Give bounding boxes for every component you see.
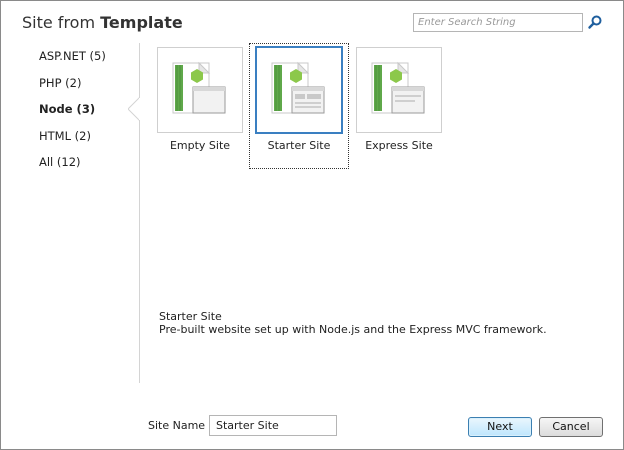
title-emphasis: Template	[100, 13, 183, 32]
search-icon[interactable]	[587, 14, 603, 30]
template-tile-express-site[interactable]: Express Site	[356, 47, 448, 167]
node-empty-site-icon	[172, 61, 226, 114]
site-from-template-dialog: Site from Template ASP.NET (5) PHP (2) N…	[0, 0, 624, 450]
sidebar-item-php[interactable]: PHP (2)	[39, 76, 81, 90]
title-prefix: Site from	[22, 13, 96, 32]
search-box[interactable]	[413, 13, 583, 32]
sidebar-item-node[interactable]: Node (3)	[39, 102, 95, 116]
description-text: Pre-built website set up with Node.js an…	[159, 323, 547, 336]
tile-label: Empty Site	[169, 139, 231, 152]
template-tile-empty-site[interactable]: Empty Site	[157, 47, 249, 167]
template-tile-starter-site[interactable]: Starter Site	[255, 46, 348, 167]
sidebar-item-aspnet[interactable]: ASP.NET (5)	[39, 49, 106, 63]
description-title: Starter Site	[159, 310, 222, 323]
next-button[interactable]: Next	[468, 417, 532, 437]
cancel-button[interactable]: Cancel	[539, 417, 603, 437]
tile-label: Starter Site	[267, 139, 331, 152]
dialog-title: Site from Template	[22, 13, 183, 32]
search-input[interactable]	[418, 15, 578, 30]
tile-label: Express Site	[365, 139, 433, 152]
site-name-label: Site Name	[148, 419, 206, 432]
selection-notch	[128, 97, 140, 121]
sidebar-item-all[interactable]: All (12)	[39, 155, 81, 169]
site-name-field[interactable]	[209, 415, 337, 436]
node-starter-site-icon	[271, 61, 325, 114]
template-description: Starter Site Pre-built website set up wi…	[159, 310, 547, 336]
sidebar-item-html[interactable]: HTML (2)	[39, 129, 91, 143]
node-express-site-icon	[371, 61, 425, 114]
category-sidebar: ASP.NET (5) PHP (2) Node (3) HTML (2) Al…	[1, 43, 140, 383]
